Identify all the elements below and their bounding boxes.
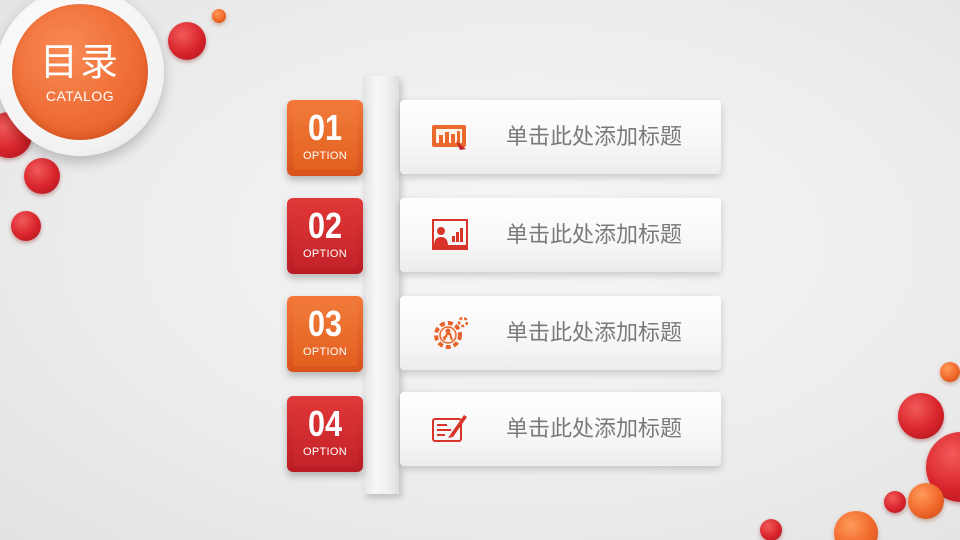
decorative-bubble [908, 483, 944, 519]
vertical-divider [363, 76, 399, 494]
decorative-bubble [940, 362, 960, 382]
presentation-chart-icon [432, 125, 466, 150]
option-number: 02 [307, 205, 343, 246]
option-label: OPTION [303, 248, 347, 260]
menu-card-03[interactable]: 单击此处添加标题 [400, 296, 721, 370]
option-label: OPTION [303, 150, 347, 162]
decorative-bubble [898, 393, 944, 439]
menu-card-02[interactable]: 单击此处添加标题 [400, 198, 721, 272]
catalog-badge-inner: 目录 CATALOG [12, 4, 148, 140]
option-number: 03 [307, 303, 343, 344]
decorative-bubble [168, 22, 206, 60]
card-title: 单击此处添加标题 [506, 321, 683, 346]
presenter-board-icon [432, 219, 468, 250]
decorative-bubble [212, 9, 226, 23]
catalog-badge: 目录 CATALOG [0, 0, 164, 156]
card-title: 单击此处添加标题 [506, 417, 683, 442]
catalog-subtitle: CATALOG [45, 88, 115, 104]
decorative-bubble [834, 511, 878, 540]
decorative-bubble [11, 211, 41, 241]
gear-person-icon [434, 316, 469, 349]
option-tag-02: 02 OPTION [287, 198, 363, 274]
option-tag-01: 01 OPTION [287, 100, 363, 176]
option-label: OPTION [303, 446, 347, 458]
card-title: 单击此处添加标题 [506, 125, 683, 150]
decorative-bubble [884, 491, 906, 513]
option-label: OPTION [303, 346, 347, 358]
catalog-title: 目录 [39, 40, 120, 84]
option-number: 04 [307, 403, 343, 444]
option-number: 01 [307, 107, 343, 148]
menu-card-04[interactable]: 单击此处添加标题 [400, 392, 721, 466]
sign-document-icon [432, 415, 467, 442]
decorative-bubble [24, 158, 60, 194]
option-tag-04: 04 OPTION [287, 396, 363, 472]
option-tag-03: 03 OPTION [287, 296, 363, 372]
decorative-bubble [760, 519, 782, 540]
menu-card-01[interactable]: 单击此处添加标题 [400, 100, 721, 174]
card-title: 单击此处添加标题 [506, 223, 683, 248]
